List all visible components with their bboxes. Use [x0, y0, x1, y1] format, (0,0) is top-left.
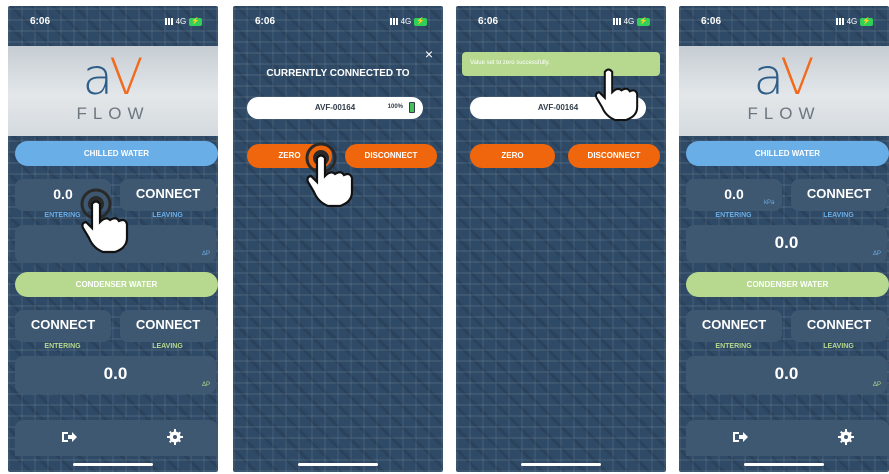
condenser-leaving-value: CONNECT: [135, 317, 201, 332]
av-logo-mark: aV: [8, 52, 218, 102]
status-bar: 6:06 4G ⚡: [679, 6, 889, 34]
phone-screen-home-zeroed: 6:06 4G ⚡ aV FLOW CHILLED WATER 0.0 kPa CO…: [679, 6, 889, 472]
status-bar: 6:06 4G ⚡: [456, 6, 666, 34]
status-bar: 6:06 4G ⚡: [233, 6, 443, 34]
close-icon[interactable]: ×: [425, 46, 433, 62]
condenser-entering-label: ENTERING: [715, 343, 752, 350]
tap-gesture-hand-icon: [594, 68, 639, 121]
status-time: 6:06: [478, 16, 499, 27]
condenser-leaving-connect-button[interactable]: CONNECT: [120, 310, 216, 342]
home-indicator: [744, 463, 824, 466]
chilled-delta-value: 0.0: [774, 233, 799, 252]
signal-indicator: 4G ⚡: [389, 17, 427, 26]
chilled-water-button[interactable]: CHILLED WATER: [15, 141, 218, 166]
battery-charging-icon: ⚡: [860, 17, 873, 26]
tap-gesture-hand-icon: [305, 142, 354, 208]
unit-label: kPa: [764, 200, 775, 206]
signal-bars-icon: [612, 18, 621, 25]
logo-wordmark: FLOW: [76, 104, 150, 123]
network-type: 4G: [400, 17, 412, 26]
logo-v: V: [109, 48, 144, 106]
logo-wordmark: FLOW: [747, 104, 821, 123]
signal-indicator: 4G ⚡: [835, 17, 873, 26]
home-indicator: [298, 463, 378, 466]
disconnect-button[interactable]: DISCONNECT: [568, 144, 660, 168]
device-battery-icon: [409, 102, 415, 113]
chilled-delta-label: ΔP: [201, 251, 210, 257]
phone-screen-zero-success: 6:06 4G ⚡ Value set to zero successfully.…: [456, 6, 666, 472]
signal-bars-icon: [164, 18, 173, 25]
status-bar: 6:06 4G ⚡: [8, 6, 218, 34]
chilled-leaving-value: CONNECT: [806, 186, 872, 201]
logo-v: V: [780, 48, 815, 106]
condenser-delta-label: ΔP: [872, 382, 881, 388]
toast-message: Value set to zero successfully.: [470, 60, 550, 66]
condenser-entering-connect-button[interactable]: CONNECT: [15, 310, 111, 342]
signal-indicator: 4G ⚡: [164, 17, 202, 26]
tap-gesture-hand-icon: [80, 188, 129, 254]
device-battery-percent: 100%: [387, 104, 403, 110]
condenser-leaving-label: LEAVING: [823, 343, 854, 350]
logout-icon[interactable]: [731, 429, 751, 447]
condenser-water-button[interactable]: CONDENSER WATER: [15, 272, 218, 297]
connected-title: CURRENTLY CONNECTED TO: [266, 68, 410, 79]
condenser-entering-connect-button[interactable]: CONNECT: [686, 310, 782, 342]
condenser-entering-value: CONNECT: [701, 317, 767, 332]
network-type: 4G: [846, 17, 858, 26]
condenser-entering-label: ENTERING: [44, 343, 81, 350]
connected-device-bar: AVF-00164 100%: [247, 97, 423, 119]
condenser-leaving-connect-button[interactable]: CONNECT: [791, 310, 887, 342]
condenser-leaving-label: LEAVING: [152, 343, 183, 350]
condenser-entering-value: CONNECT: [30, 317, 96, 332]
logo-a: a: [82, 48, 110, 106]
screenshot-strip: 6:06 4G ⚡ aV FLOW CHILLED WATER 0.0 CONNE…: [0, 0, 889, 474]
status-time: 6:06: [30, 16, 51, 27]
status-time: 6:06: [701, 16, 722, 27]
condenser-delta-card: 0.0 ΔP: [15, 356, 216, 394]
condenser-leaving-value: CONNECT: [806, 317, 872, 332]
condenser-delta-card: 0.0 ΔP: [686, 356, 887, 394]
battery-charging-icon: ⚡: [637, 17, 650, 26]
av-logo-mark: aV: [679, 52, 889, 102]
chilled-entering-card[interactable]: 0.0 kPa: [686, 179, 782, 211]
logout-icon[interactable]: [60, 429, 80, 447]
chilled-delta-label: ΔP: [872, 251, 881, 257]
chilled-delta-card: 0.0 ΔP: [686, 225, 887, 263]
status-time: 6:06: [255, 16, 276, 27]
zero-button[interactable]: ZERO: [470, 144, 555, 168]
chilled-leaving-connect-button[interactable]: CONNECT: [791, 179, 887, 211]
condenser-delta-value: 0.0: [103, 364, 128, 383]
signal-indicator: 4G ⚡: [612, 17, 650, 26]
settings-gear-icon[interactable]: [838, 429, 858, 447]
condenser-water-button[interactable]: CONDENSER WATER: [686, 272, 889, 297]
settings-gear-icon[interactable]: [167, 429, 187, 447]
chilled-water-button[interactable]: CHILLED WATER: [686, 141, 889, 166]
condenser-delta-label: ΔP: [201, 382, 210, 388]
condenser-delta-value: 0.0: [774, 364, 799, 383]
signal-bars-icon: [835, 18, 844, 25]
chilled-leaving-label: LEAVING: [823, 212, 854, 219]
network-type: 4G: [175, 17, 187, 26]
battery-charging-icon: ⚡: [189, 17, 202, 26]
chilled-entering-label: ENTERING: [715, 212, 752, 219]
phone-screen-connected: 6:06 4G ⚡ × CURRENTLY CONNECTED TO AVF-00…: [233, 6, 443, 472]
logo-a: a: [753, 48, 781, 106]
home-indicator: [521, 463, 601, 466]
battery-charging-icon: ⚡: [414, 17, 427, 26]
bottom-toolbar: [686, 420, 889, 456]
phone-screen-home: 6:06 4G ⚡ aV FLOW CHILLED WATER 0.0 CONNE…: [8, 6, 218, 472]
app-logo-banner: aV FLOW: [679, 46, 889, 136]
signal-bars-icon: [389, 18, 398, 25]
network-type: 4G: [623, 17, 635, 26]
home-indicator: [73, 463, 153, 466]
app-logo-banner: aV FLOW: [8, 46, 218, 136]
bottom-toolbar: [15, 420, 218, 456]
